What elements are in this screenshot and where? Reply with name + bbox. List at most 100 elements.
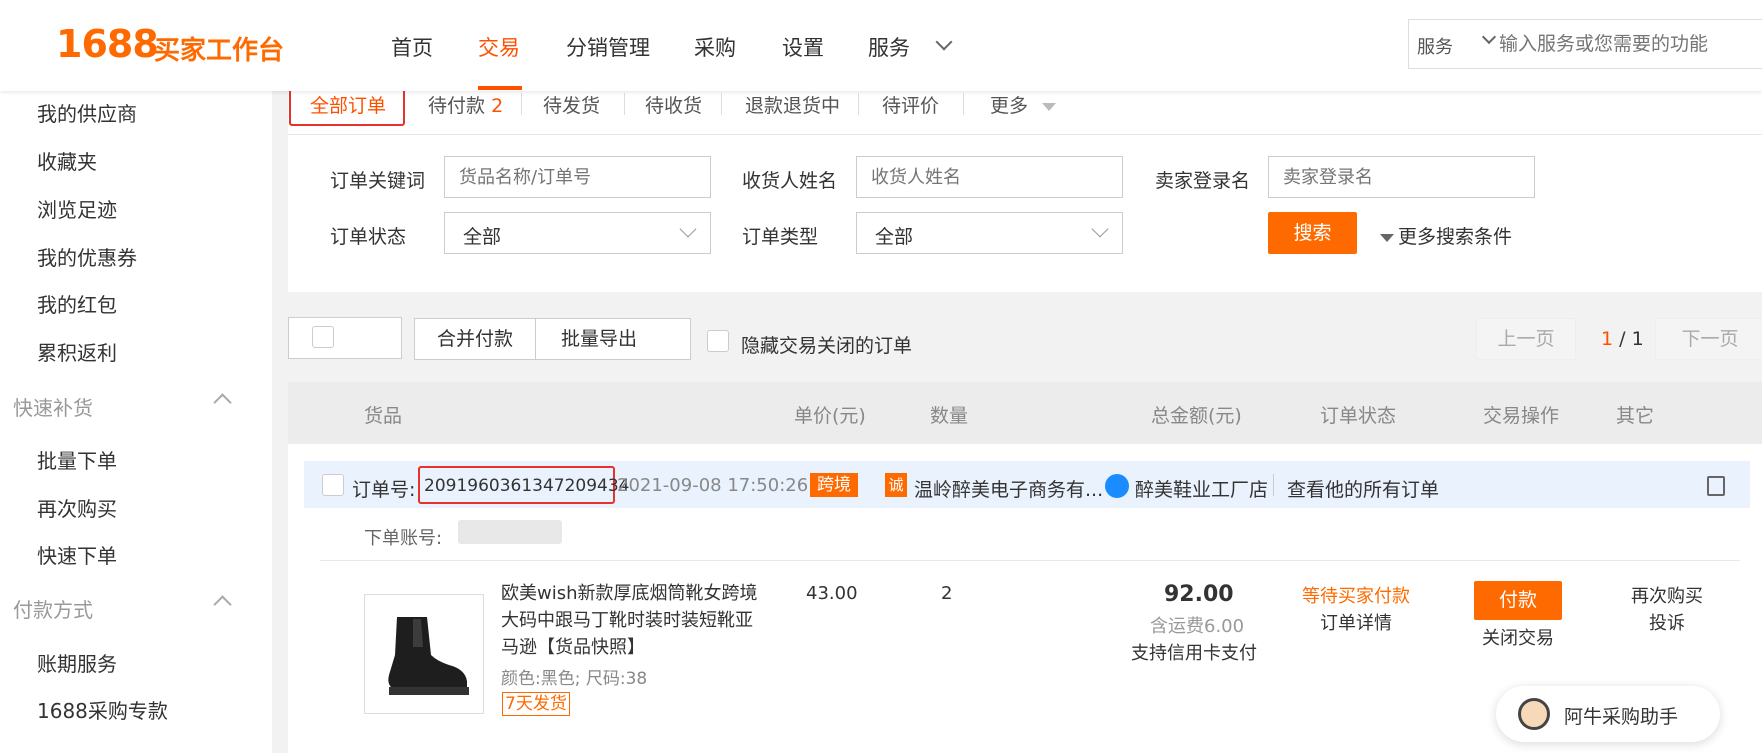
chevron-down-icon[interactable] [935,33,953,51]
type-select[interactable]: 全部 [856,212,1123,254]
sidebar-item-credit-period[interactable]: 账期服务 [37,648,117,677]
view-all-orders-link[interactable]: 查看他的所有订单 [1287,475,1439,502]
order-no-label: 订单号: [352,479,416,501]
tab-pending-receipt[interactable]: 待收货 [645,91,702,118]
hide-closed-checkbox[interactable] [707,330,729,352]
sidebar-item-quick-order[interactable]: 快速下单 [37,540,117,569]
seller-shop[interactable]: 醉美鞋业工厂店 [1135,475,1268,502]
logo-number[interactable]: 1688 [56,22,159,66]
tab-separator [521,93,522,115]
more-conditions-toggle[interactable]: 更多搜索条件 [1380,222,1512,249]
tab-more[interactable]: 更多 [990,91,1057,118]
complain-link[interactable]: 投诉 [1649,609,1685,635]
status-select-value: 全部 [463,226,502,248]
col-header-total: 总金额(元) [1151,405,1242,427]
tab-pending-review[interactable]: 待评价 [882,91,939,118]
order-number[interactable]: 2091960361347209434 [424,476,630,496]
nav-home[interactable]: 首页 [391,32,433,62]
shipping-fee: 含运费6.00 [1150,616,1245,637]
select-all-box[interactable] [288,317,402,359]
tab-pending-shipment[interactable]: 待发货 [543,91,600,118]
tab-pending-payment[interactable]: 待付款 2 [428,91,503,118]
keyword-input[interactable] [444,156,711,198]
type-label: 订单类型 [742,226,819,248]
service-search-box: 服务 [1408,19,1762,69]
status-select[interactable]: 全部 [444,212,711,254]
col-header-quantity: 数量 [930,405,969,427]
chevron-up-icon[interactable] [213,393,232,412]
wangwang-chat-icon[interactable] [1105,474,1129,498]
tabs-divider [288,134,1762,135]
sidebar-item-batch-order[interactable]: 批量下单 [37,445,117,474]
product-attrs: 颜色:黑色; 尺码:38 [501,669,648,689]
total-amount: 92.00 [1164,582,1234,607]
receiver-input[interactable] [856,156,1123,198]
sidebar-section-quick-restock[interactable]: 快速补货 [13,392,93,421]
integrity-badge-icon: 诚 [885,473,907,497]
merge-pay-button[interactable]: 合并付款 [414,318,536,360]
order-checkbox[interactable] [322,474,344,496]
next-page-button[interactable]: 下一页 [1655,318,1762,360]
close-trade-link[interactable]: 关闭交易 [1482,624,1554,650]
col-header-actions: 交易操作 [1483,405,1560,427]
receiver-label: 收货人姓名 [742,170,838,192]
sidebar-item-purchase-fund[interactable]: 1688采购专款 [37,695,168,724]
note-edit-icon[interactable] [1707,476,1725,496]
nav-distribution[interactable]: 分销管理 [566,32,650,62]
tab-separator [721,93,722,115]
page-separator: / [1619,328,1626,350]
tab-all-orders[interactable]: 全部订单 [310,91,386,118]
masked-account [458,520,562,544]
nav-purchase[interactable]: 采购 [694,32,736,62]
caret-down-icon [1380,233,1394,242]
search-button[interactable]: 搜索 [1268,212,1357,254]
tab-separator [624,93,625,115]
keyword-label: 订单关键词 [330,170,426,192]
pay-button[interactable]: 付款 [1474,581,1562,620]
tab-pending-payment-label: 待付款 [428,95,486,117]
sidebar-item-favorites[interactable]: 收藏夹 [37,146,97,175]
sidebar-item-rebates[interactable]: 累积返利 [37,337,117,366]
sidebar: 我的供应商 收藏夹 浏览足迹 我的优惠券 我的红包 累积返利 快速补货 批量下单… [0,91,272,753]
nav-settings[interactable]: 设置 [782,32,824,62]
nav-services[interactable]: 服务 [868,32,910,62]
product-title[interactable]: 欧美wish新款厚底烟筒靴女跨境大码中跟马丁靴时装时装短靴亚马逊【货品快照】 [501,580,761,661]
seller-input[interactable] [1268,156,1535,198]
boot-image [388,617,469,695]
rebuy-link[interactable]: 再次购买 [1631,582,1703,608]
order-detail-link[interactable]: 订单详情 [1320,609,1392,635]
unit-price: 43.00 [806,583,858,604]
divider [1273,474,1274,496]
sidebar-item-rebuy[interactable]: 再次购买 [37,493,117,522]
cross-border-badge: 跨境 [810,473,858,497]
sidebar-item-history[interactable]: 浏览足迹 [37,194,117,223]
prev-page-button[interactable]: 上一页 [1476,318,1576,360]
logo-title[interactable]: 买家工作台 [154,30,284,67]
hide-closed-label[interactable]: 隐藏交易关闭的订单 [741,331,912,358]
purchase-assistant-widget[interactable]: 阿牛采购助手 [1496,686,1720,742]
nav-active-underline [478,86,522,90]
nav-trade[interactable]: 交易 [478,32,520,62]
sidebar-item-suppliers[interactable]: 我的供应商 [37,98,137,127]
select-all-checkbox[interactable] [312,326,334,348]
sidebar-item-red-packets[interactable]: 我的红包 [37,289,117,318]
col-header-other: 其它 [1616,405,1655,427]
sidebar-item-coupons[interactable]: 我的优惠券 [37,242,137,271]
col-header-status: 订单状态 [1320,405,1397,427]
col-header-unit-price: 单价(元) [794,405,866,427]
sidebar-section-payment[interactable]: 付款方式 [13,594,93,623]
search-category[interactable]: 服务 [1417,33,1453,59]
product-snapshot-link[interactable]: 【货品快照】 [537,637,645,658]
chevron-up-icon[interactable] [213,595,232,614]
seller-label: 卖家登录名 [1155,170,1251,192]
chevron-down-icon[interactable] [1481,29,1497,45]
order-divider [320,560,1740,561]
seller-company[interactable]: 温岭醉美电子商务有... [914,475,1103,502]
tab-refund[interactable]: 退款退货中 [745,91,840,118]
product-thumbnail[interactable] [364,594,484,714]
batch-export-button[interactable]: 批量导出 [535,318,691,360]
tab-more-label: 更多 [990,95,1029,117]
top-header: 1688 买家工作台 首页 交易 分销管理 采购 设置 服务 服务 [0,0,1762,91]
assistant-label: 阿牛采购助手 [1564,706,1679,728]
search-input[interactable] [1499,33,1739,55]
